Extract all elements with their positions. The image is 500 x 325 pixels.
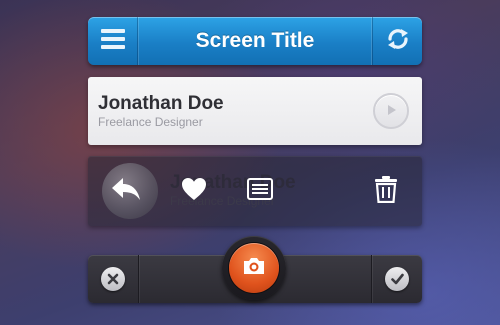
play-icon [384, 102, 398, 121]
profile-card[interactable]: Jonathan Doe Freelance Designer [88, 77, 422, 145]
header-bar: Screen Title [88, 17, 422, 65]
refresh-icon [385, 26, 411, 56]
profile-role: Freelance Designer [98, 115, 203, 129]
screen-title: Screen Title [195, 29, 315, 52]
refresh-button[interactable] [372, 17, 422, 65]
toolbar-divider [371, 255, 372, 303]
camera-icon [242, 256, 266, 280]
close-icon [107, 270, 119, 289]
list-icon [247, 178, 273, 204]
menu-icon [100, 28, 126, 54]
shutter-ring [222, 236, 286, 300]
reply-button[interactable] [108, 173, 144, 209]
profile-name: Jonathan Doe [98, 93, 224, 114]
swipe-actions-card: Jonathan Doe Freelance Designer [88, 156, 422, 226]
trash-icon [374, 175, 398, 207]
like-button[interactable] [176, 173, 212, 209]
cancel-button[interactable] [101, 267, 125, 291]
heart-icon [181, 177, 207, 205]
list-button[interactable] [242, 173, 278, 209]
confirm-button[interactable] [385, 267, 409, 291]
toolbar-divider [138, 255, 139, 303]
reply-icon [111, 176, 141, 206]
checkmark-icon [390, 270, 404, 289]
play-button[interactable] [373, 93, 409, 129]
delete-button[interactable] [368, 173, 404, 209]
menu-button[interactable] [88, 17, 138, 65]
camera-shutter-button[interactable] [229, 243, 279, 293]
